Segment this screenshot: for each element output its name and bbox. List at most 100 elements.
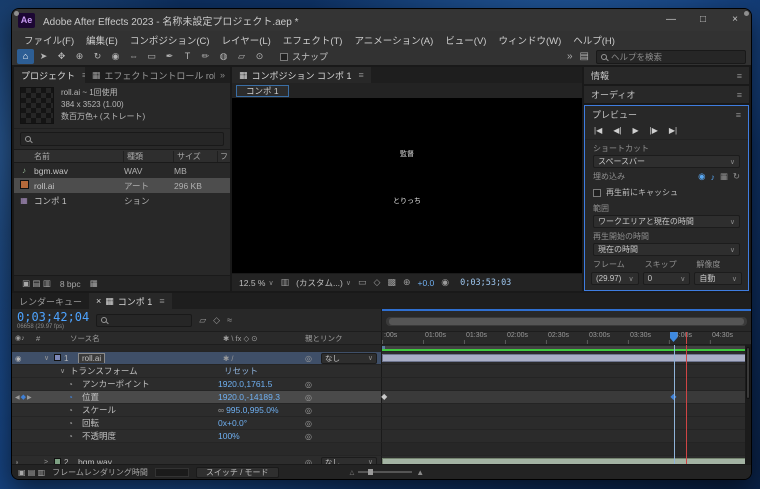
menu-item[interactable]: 編集(E)	[80, 33, 124, 47]
column-header-type[interactable]: 種類	[124, 150, 174, 162]
audio-icon[interactable]: ♪	[15, 458, 19, 465]
last-frame-button[interactable]: ▶|	[669, 126, 677, 135]
eraser-tool-icon[interactable]: ▱	[233, 49, 250, 64]
clone-stamp-tool-icon[interactable]: ◍	[215, 49, 232, 64]
tab-render-queue[interactable]: レンダーキュー	[12, 293, 89, 309]
switches-modes-button[interactable]: スイッチ / モード	[195, 466, 279, 478]
property-pick-whip-icon[interactable]: ◎	[305, 380, 321, 389]
include-overlays-icon[interactable]: ▦	[720, 171, 728, 182]
help-search-input[interactable]	[611, 51, 741, 62]
menu-item[interactable]: ビュー(V)	[439, 33, 492, 47]
tab-effect-controls[interactable]: ▦ エフェクトコントロール roll.ai	[85, 67, 215, 83]
cache-before-playback[interactable]: 再生前にキャッシュ	[585, 183, 748, 200]
layer-switches[interactable]: ✱ /	[223, 354, 305, 363]
reset-link[interactable]: リセット	[224, 365, 258, 377]
type-tool-icon[interactable]: T	[179, 49, 196, 64]
project-bit-depth[interactable]: 8 bpc	[60, 279, 81, 289]
shape-tool-icon[interactable]: ▭	[143, 49, 160, 64]
panel-menu-icon[interactable]: ≡	[736, 110, 741, 120]
property-row-anchor-point[interactable]: ◔ アンカーポイント 1920.0,1761.5 ◎	[12, 378, 751, 391]
column-header-fps[interactable]: フ	[218, 151, 230, 162]
transparency-grid-icon[interactable]: ▩	[387, 277, 396, 288]
composition-mini-flowchart-icon[interactable]: ▱	[199, 315, 206, 326]
property-row-opacity[interactable]: ◔ 不透明度 100% ◎	[12, 430, 751, 443]
skip-select[interactable]: 0 ∨	[642, 272, 691, 285]
keyframe-toggle-icon[interactable]: ◆	[21, 393, 26, 401]
preview-resolution-select[interactable]: 自動 ∨	[694, 272, 743, 285]
project-search-input[interactable]	[35, 134, 219, 144]
property-pick-whip-icon[interactable]: ◎	[305, 419, 321, 428]
panel-menu-icon[interactable]: ≡	[737, 71, 742, 81]
property-value[interactable]: 995.0,995.0%	[226, 405, 278, 415]
hand-tool-icon[interactable]: ✥	[53, 49, 70, 64]
menu-item[interactable]: ウィンドウ(W)	[492, 33, 567, 47]
snapshot-camera-icon[interactable]: ◉	[441, 277, 449, 288]
layer-row-roll-ai[interactable]: ◉ ∨ 1 roll.ai ✱ / ◎ なし ∨	[12, 352, 751, 365]
property-row-scale[interactable]: ◔ スケール ∞ 995.0,995.0% ◎	[12, 404, 751, 417]
new-composition-icon[interactable]: ▦	[90, 278, 98, 289]
layer-duration-bar[interactable]	[382, 354, 751, 362]
puppet-pin-tool-icon[interactable]: ⊙	[251, 49, 268, 64]
layer-source-name[interactable]: bgm.wav	[78, 457, 223, 464]
property-value[interactable]: 100%	[218, 431, 305, 441]
brush-tool-icon[interactable]: ✏	[197, 49, 214, 64]
first-frame-button[interactable]: |◀	[594, 126, 602, 135]
layer-label-color[interactable]	[54, 354, 61, 361]
parent-pick-whip-icon[interactable]: ◎	[305, 354, 321, 363]
menu-item[interactable]: レイヤー(L)	[216, 33, 277, 47]
parent-pick-whip-icon[interactable]: ◎	[305, 458, 321, 465]
home-icon[interactable]: ⌂	[17, 49, 34, 64]
viewer-tab-comp1[interactable]: コンポ 1	[236, 84, 289, 97]
table-row[interactable]: ▦ コンポ 1 ション	[14, 193, 230, 208]
play-button[interactable]: ▶	[632, 126, 638, 135]
property-value[interactable]: 1920.0,1761.5	[218, 379, 305, 389]
menu-item[interactable]: アニメーション(A)	[348, 33, 439, 47]
zoom-tool-icon[interactable]: ⊕	[71, 49, 88, 64]
transform-group-label[interactable]: トランスフォーム	[70, 365, 206, 377]
twirl-open-icon[interactable]: ∨	[44, 354, 54, 362]
region-of-interest-icon[interactable]: ▭	[358, 277, 367, 288]
expand-buttons-icon[interactable]: ▣ ▤ ▥	[18, 468, 45, 477]
twirl-open-icon[interactable]: ∨	[60, 367, 70, 375]
include-video-icon[interactable]: ◉	[698, 171, 705, 182]
close-tab-icon[interactable]: ×	[96, 296, 101, 306]
project-search[interactable]	[20, 132, 224, 146]
overflow-chevron-icon[interactable]: »	[567, 51, 573, 62]
panel-menu-icon[interactable]: ≡	[159, 296, 164, 306]
tab-timeline-comp1[interactable]: × ▦ コンポ 1 ≡	[89, 293, 172, 309]
draft-3d-icon[interactable]: ◇	[213, 315, 220, 326]
help-search[interactable]	[596, 49, 746, 64]
property-value[interactable]: 0x+0.0°	[218, 418, 305, 428]
property-row-rotation[interactable]: ◔ 回転 0x+0.0° ◎	[12, 417, 751, 430]
table-row[interactable]: ♪ bgm.wav WAV MB	[14, 163, 230, 178]
play-from-select[interactable]: 現在の時間 ∨	[593, 243, 740, 256]
footer-icons[interactable]: ▣ ▤ ▥	[22, 278, 51, 289]
zoom-out-icon[interactable]: △	[350, 469, 355, 476]
panel-menu-icon[interactable]: ≡	[359, 70, 364, 80]
constrain-link-icon[interactable]: ∞	[218, 405, 224, 415]
exposure-value[interactable]: +0.0	[417, 278, 434, 288]
include-audio-icon[interactable]: ♪	[711, 172, 715, 182]
next-keyframe-icon[interactable]: ▶	[27, 394, 32, 401]
parent-select[interactable]: なし ∨	[321, 456, 377, 464]
layer-source-name[interactable]: roll.ai	[78, 353, 106, 363]
zoom-in-icon[interactable]: ▲	[416, 468, 424, 477]
parent-select[interactable]: なし ∨	[321, 352, 377, 364]
graph-editor-icon[interactable]: ≈	[227, 315, 232, 325]
grid-options-icon[interactable]: ▥	[281, 277, 290, 288]
column-header-size[interactable]: サイズ	[174, 150, 218, 162]
pan-behind-tool-icon[interactable]: ⇔	[125, 49, 142, 64]
switches-header[interactable]: ✱ \ fx ◇ ⊙	[223, 334, 305, 343]
shortcut-select[interactable]: スペースバー ∨	[593, 155, 740, 168]
stopwatch-icon[interactable]: ◔	[68, 419, 82, 428]
current-time-display[interactable]: 0;03;42;04 06658 (29.97 fps)	[17, 311, 89, 330]
menu-item[interactable]: コンポジション(C)	[124, 33, 216, 47]
time-navigator[interactable]	[386, 316, 747, 326]
tab-project[interactable]: プロジェクト ≡	[14, 67, 85, 83]
property-pick-whip-icon[interactable]: ◎	[305, 393, 321, 402]
mask-visibility-icon[interactable]: ◇	[374, 277, 381, 288]
tab-overflow-icon[interactable]: »	[215, 70, 230, 80]
framerate-select[interactable]: (29.97) ∨	[591, 272, 639, 285]
twirl-closed-icon[interactable]: >	[44, 459, 54, 465]
magnification-select[interactable]: 12.5 % ∨	[239, 278, 274, 288]
